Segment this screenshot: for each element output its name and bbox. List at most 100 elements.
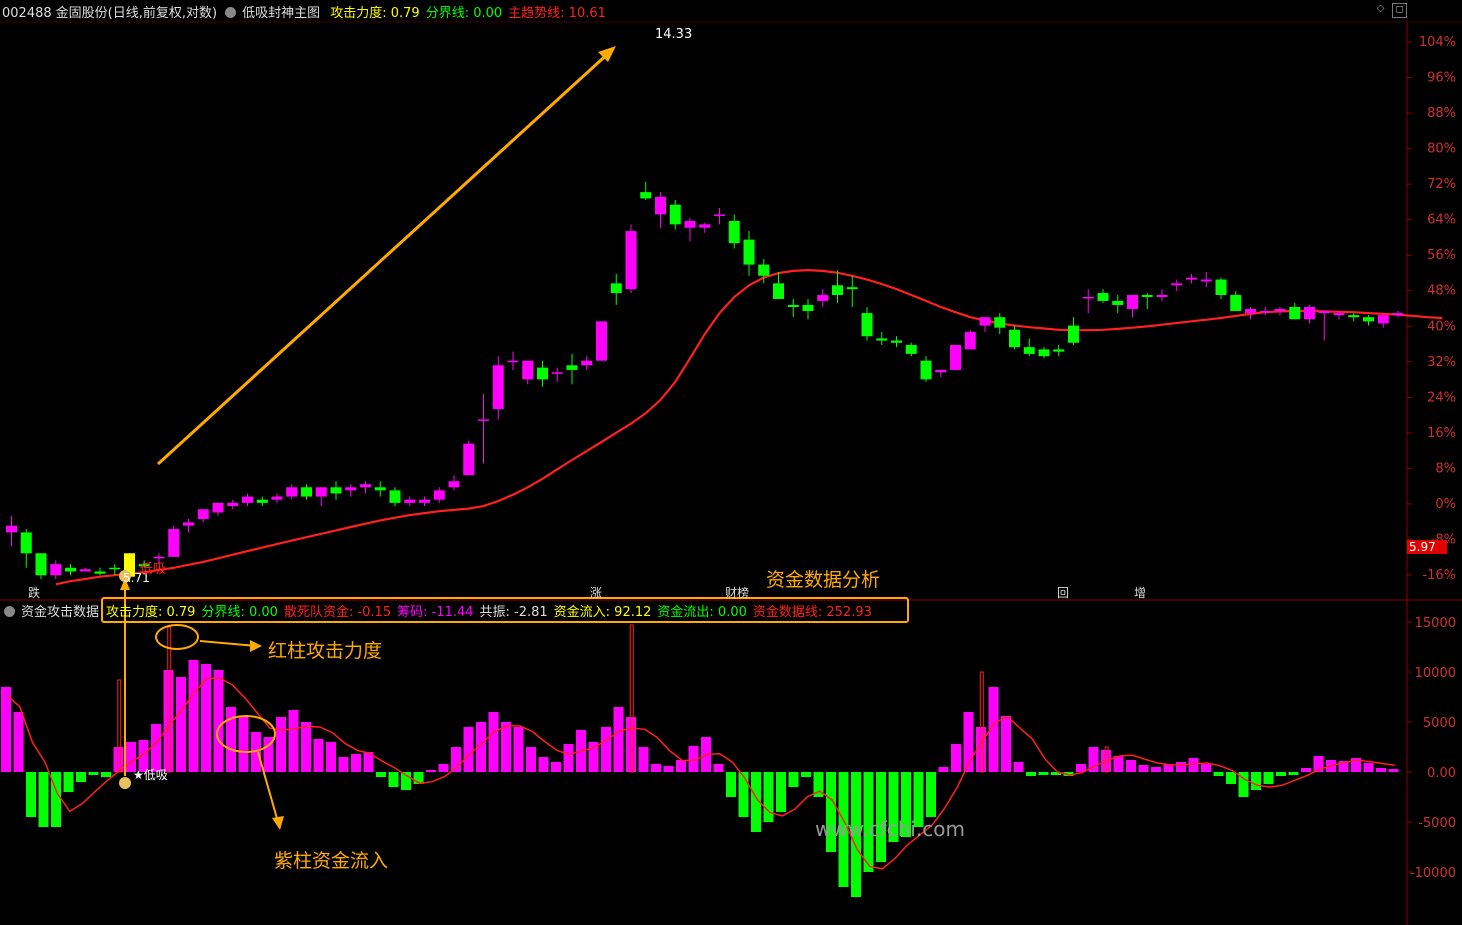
main-header-item-0: 攻击力度: 0.79 <box>330 6 420 21</box>
fund-bar <box>13 712 24 772</box>
fund-bar <box>351 754 361 772</box>
candle-body <box>1215 279 1227 295</box>
fund-bar <box>26 772 36 817</box>
event-marker: 涨 <box>590 585 602 600</box>
main-tick-label: 88% <box>1427 106 1456 121</box>
sub-indicator-name[interactable]: 资金攻击数据 <box>21 605 99 620</box>
fund-bar <box>151 724 161 772</box>
main-y-axis: 104% 96% 88% 80% 72% 64% 56% 48% 40% 32% 24% 16% 8% 0… <box>1407 35 1456 583</box>
diamond-icon[interactable]: ◇ <box>1374 3 1387 16</box>
main-tick-label: 96% <box>1427 71 1456 86</box>
candle-body <box>625 231 637 290</box>
fund-bar <box>1363 763 1374 772</box>
fund-bar <box>438 764 449 772</box>
main-tick-label: 24% <box>1427 390 1456 405</box>
window-restore-icon[interactable]: ◻ <box>1392 3 1407 18</box>
candle-body <box>1274 308 1286 312</box>
fund-bar <box>663 766 674 772</box>
candle-body <box>1068 325 1079 343</box>
candle-body <box>1348 315 1360 318</box>
candle-body <box>79 569 91 572</box>
sub-header-item-4: 共振: -2.81 <box>479 605 548 620</box>
chart-stage: 104% 96% 88% 80% 72% 64% 56% 48% 40% 32% 24% 16% 8% 0… <box>0 21 1462 925</box>
candle-body <box>168 529 180 557</box>
fund-bar-series <box>1 624 1399 897</box>
candle-body <box>1038 349 1050 357</box>
fund-bar <box>1026 772 1036 776</box>
main-header-item-2: 主趋势线: 10.61 <box>508 6 606 21</box>
candle-body <box>94 571 106 574</box>
fund-bar <box>1213 772 1224 776</box>
fund-bar <box>1013 762 1024 772</box>
candle-body <box>832 285 843 295</box>
event-marker: 跌 <box>28 585 40 600</box>
fund-bar <box>951 744 961 772</box>
event-marker: 增 <box>1134 586 1146 600</box>
candle-body <box>1333 313 1345 316</box>
fund-bar <box>188 660 199 772</box>
fund-bar <box>1226 772 1236 784</box>
candle-body <box>404 499 416 503</box>
candle-body <box>242 496 253 503</box>
main-tick-label: 40% <box>1427 319 1456 334</box>
candle-body <box>419 499 430 503</box>
candle-body <box>271 496 283 500</box>
candle-body <box>655 196 666 215</box>
candle-body <box>537 367 548 380</box>
fund-bar <box>763 772 774 822</box>
fund-bar <box>738 772 749 817</box>
fund-bar <box>1388 769 1399 772</box>
candle-body <box>448 481 460 488</box>
stock-code: 002488 <box>2 6 52 21</box>
main-tick-label: 104% <box>1419 35 1456 50</box>
fund-bar <box>551 762 561 772</box>
candle-body <box>1363 317 1374 322</box>
fund-bar <box>1263 772 1274 784</box>
low-buy-sub-label: ★低吸 <box>133 768 168 782</box>
candle-body <box>1097 293 1109 301</box>
fund-bar <box>601 727 611 772</box>
candle-body <box>817 294 829 301</box>
sub-indicator-toggle-icon[interactable] <box>4 606 15 617</box>
candle-body <box>345 487 357 491</box>
fund-analysis-label: 资金数据分析 <box>766 569 881 591</box>
sub-tick-label: 15000 <box>1415 616 1456 631</box>
candle-body <box>1171 283 1183 286</box>
fund-bar <box>38 772 49 827</box>
fund-bar <box>238 717 249 772</box>
event-marker: 财榜 <box>725 585 749 600</box>
candle-body <box>1304 306 1315 320</box>
candle-body <box>876 338 888 341</box>
fund-bar <box>1001 716 1011 772</box>
candle-body <box>891 340 902 343</box>
candle-body <box>773 283 784 299</box>
candle-body <box>360 484 371 488</box>
candle-body <box>1392 313 1404 316</box>
candle-body <box>787 304 799 307</box>
candle-body <box>50 564 62 576</box>
purple-bar-arrow-head <box>272 816 284 830</box>
sub-tick-label: -5000 <box>1418 816 1456 831</box>
sub-y-axis: 15000 10000 5000 0.00 -5000 -10000 <box>1407 616 1456 881</box>
fund-bar <box>726 772 736 797</box>
fund-bar <box>376 772 386 777</box>
fund-bar <box>1176 762 1186 772</box>
event-marker: 回 <box>1057 586 1069 600</box>
candle-body <box>212 502 224 513</box>
main-tick-label: 0% <box>1435 497 1456 512</box>
candle-body <box>905 344 917 354</box>
candle-body <box>802 304 814 312</box>
main-header: 002488 金固股份(日线,前复权,对数) 低吸封神主图 攻击力度: 0.79 分界… <box>2 2 612 21</box>
candle-body <box>743 239 755 265</box>
candle-body <box>566 365 578 370</box>
candle-body <box>979 317 991 326</box>
indicator-toggle-icon[interactable] <box>225 7 237 18</box>
fund-bar <box>288 710 299 772</box>
uptrend-arrow <box>156 48 614 466</box>
candle-body <box>433 490 445 500</box>
candle-body <box>183 522 194 526</box>
fund-bar <box>326 742 336 772</box>
fund-bar <box>1301 768 1311 772</box>
candle-body <box>994 317 1006 328</box>
indicator-name[interactable]: 低吸封神主图 <box>242 6 320 21</box>
